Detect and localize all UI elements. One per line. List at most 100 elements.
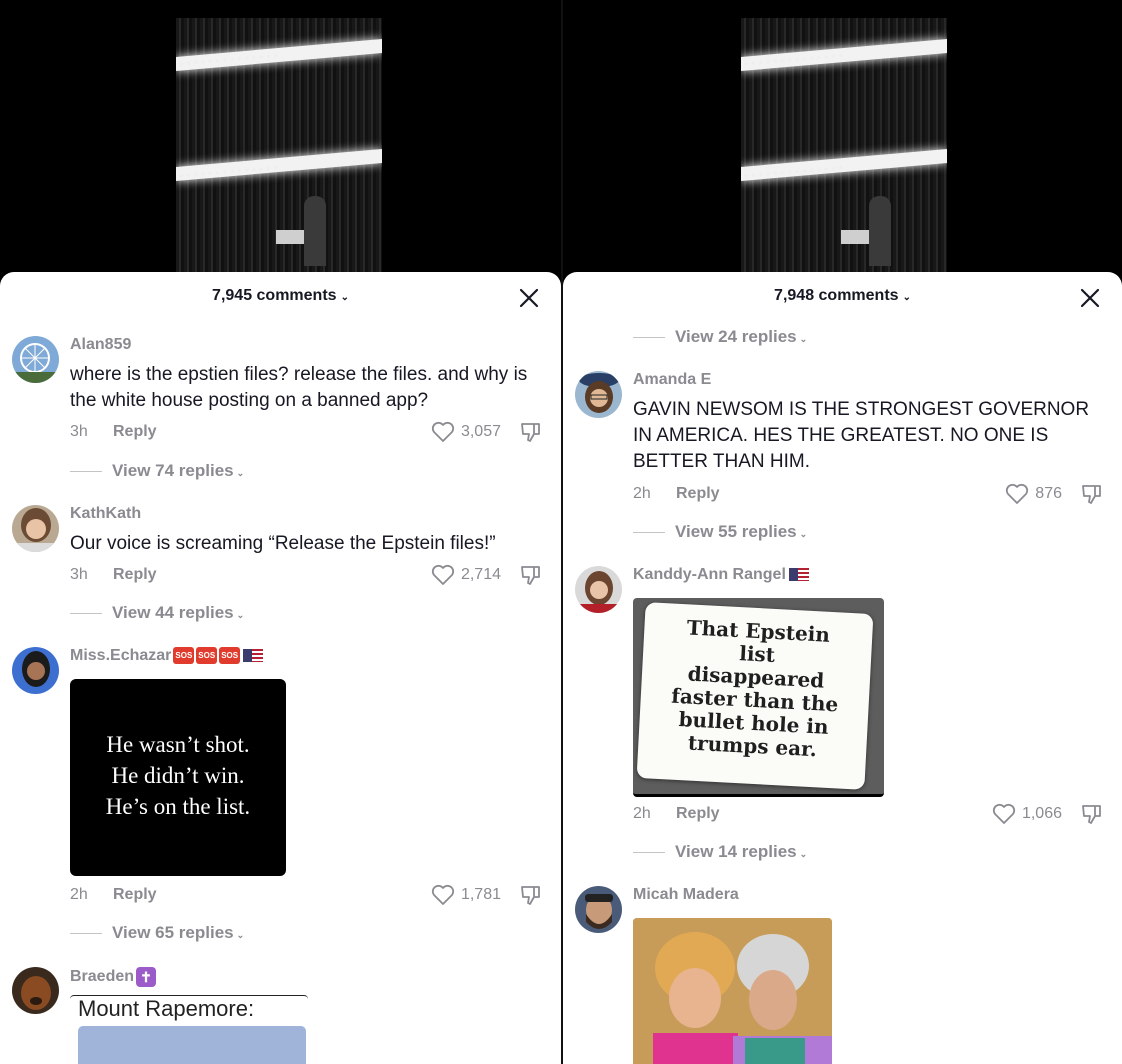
like-button[interactable]: 876: [1005, 482, 1062, 506]
image-photo: [78, 1026, 306, 1064]
sos-emoji: SOS: [196, 647, 218, 665]
comment-image[interactable]: He wasn’t shot. He didn’t win. He’s on t…: [70, 679, 286, 876]
avatar[interactable]: [12, 967, 59, 1014]
view-replies-label: View 24 replies: [675, 327, 797, 346]
dislike-icon[interactable]: [1080, 802, 1104, 826]
like-count: 2,714: [460, 566, 501, 583]
comments-count: 7,948 comments: [774, 287, 899, 304]
heart-icon: [431, 421, 455, 442]
chevron-down-icon: ⌄: [799, 529, 808, 539]
like-button[interactable]: 1,781: [431, 883, 501, 907]
dislike-icon[interactable]: [519, 420, 543, 444]
comments-count-header[interactable]: 7,948 comments ⌄: [563, 287, 1122, 305]
comment-meta: 3h Reply 2,714: [70, 563, 543, 587]
view-replies-label: View 55 replies: [675, 522, 797, 541]
view-replies-label: View 65 replies: [112, 923, 234, 942]
comment-image[interactable]: [633, 918, 832, 1064]
username[interactable]: Micah Madera: [633, 886, 739, 904]
image-line: He wasn’t shot.: [106, 732, 250, 757]
view-replies-button[interactable]: View 74 replies ⌄: [70, 461, 244, 481]
comment-text: where is the epstien files? release the …: [70, 364, 528, 411]
username[interactable]: Kanddy-Ann Rangel: [633, 566, 809, 584]
heart-icon: [992, 803, 1016, 824]
comment-time: 3h: [70, 423, 88, 440]
view-replies-label: View 14 replies: [675, 842, 797, 861]
avatar[interactable]: [12, 505, 59, 552]
reply-button[interactable]: Reply: [113, 886, 157, 904]
comments-sheet: 7,945 comments ⌄ Alan859 where is the eps…: [0, 272, 561, 1064]
like-button[interactable]: 1,066: [992, 802, 1062, 826]
image-photo: [633, 918, 832, 1064]
comments-sheet: 7,948 comments ⌄ View 24 replies ⌄ Amanda …: [563, 272, 1122, 1064]
reply-button[interactable]: Reply: [113, 566, 157, 584]
comments-panel-right: ★★★★★★★★★★★★★★ ★★★★★★★★★★★★★★ 7,948 comm…: [563, 0, 1122, 1064]
sos-emoji: SOS: [219, 647, 241, 665]
username[interactable]: Amanda E: [633, 371, 711, 389]
view-replies-button[interactable]: View 24 replies ⌄: [633, 327, 807, 347]
comment-time: 3h: [70, 566, 88, 583]
heart-icon: [431, 564, 455, 585]
dislike-icon[interactable]: [1080, 482, 1104, 506]
replies-divider: [70, 471, 102, 473]
comment-image[interactable]: Mount Rapemore:: [70, 995, 308, 1064]
username-text: Kanddy-Ann Rangel: [633, 566, 786, 583]
reply-button[interactable]: Reply: [113, 423, 157, 441]
replies-divider: [70, 933, 102, 935]
heart-icon: [431, 884, 455, 905]
performer: [304, 196, 326, 266]
chevron-down-icon: ⌄: [799, 849, 808, 859]
like-button[interactable]: 3,057: [431, 420, 501, 444]
avatar[interactable]: [575, 886, 622, 933]
chevron-down-icon: ⌄: [340, 292, 349, 303]
chevron-down-icon: ⌄: [236, 610, 245, 620]
comment-meta: 2h Reply 1,066: [633, 802, 1104, 826]
comment-time: 2h: [633, 485, 651, 502]
reply-button[interactable]: Reply: [676, 485, 720, 503]
cookie: That Epstein list disappeared faster tha…: [636, 602, 874, 790]
chevron-down-icon: ⌄: [236, 930, 245, 940]
comment-meta: 2h Reply 876: [633, 482, 1104, 506]
video-thumbnail[interactable]: ★★★★★★★★★★★★★★ ★★★★★★★★★★★★★★: [176, 18, 382, 274]
chevron-down-icon: ⌄: [236, 468, 245, 478]
like-count: 1,066: [1021, 805, 1062, 822]
username[interactable]: KathKath: [70, 505, 141, 523]
replies-divider: [633, 337, 665, 339]
close-icon[interactable]: [1078, 286, 1102, 310]
username[interactable]: Alan859: [70, 336, 131, 354]
comment-meta: 3h Reply 3,057: [70, 420, 543, 444]
like-count: 876: [1035, 485, 1062, 502]
comment-time: 2h: [70, 886, 88, 903]
view-replies-button[interactable]: View 65 replies ⌄: [70, 923, 244, 943]
chevron-down-icon: ⌄: [902, 292, 911, 303]
avatar[interactable]: [575, 566, 622, 613]
dislike-icon[interactable]: [519, 563, 543, 587]
video-thumbnail[interactable]: ★★★★★★★★★★★★★★ ★★★★★★★★★★★★★★: [741, 18, 947, 274]
view-replies-button[interactable]: View 55 replies ⌄: [633, 522, 807, 542]
like-count: 3,057: [460, 423, 501, 440]
username-text: Braeden: [70, 968, 135, 986]
view-replies-button[interactable]: View 44 replies ⌄: [70, 603, 244, 623]
view-replies-button[interactable]: View 14 replies ⌄: [633, 842, 807, 862]
us-flag-emoji: [243, 649, 264, 663]
avatar[interactable]: [575, 371, 622, 418]
avatar[interactable]: [12, 336, 59, 383]
comment-text: GAVIN NEWSOM IS THE STRONGEST GOVERNOR I…: [633, 399, 1090, 472]
comment-image[interactable]: That Epstein list disappeared faster tha…: [633, 598, 884, 797]
username[interactable]: Miss.Echazar SOS SOS SOS: [70, 647, 264, 665]
cross-emoji: ✝: [136, 967, 157, 987]
comments-panel-left: ★★★★★★★★★★★★★★ ★★★★★★★★★★★★★★ 7,945 comm…: [0, 0, 561, 1064]
reply-button[interactable]: Reply: [676, 805, 720, 823]
view-replies-label: View 74 replies: [112, 461, 234, 480]
view-replies-label: View 44 replies: [112, 603, 234, 622]
dislike-icon[interactable]: [519, 883, 543, 907]
image-line: He’s on the list.: [105, 794, 251, 819]
avatar[interactable]: [12, 647, 59, 694]
us-flag-emoji: [788, 568, 809, 582]
username[interactable]: Braeden ✝: [70, 967, 157, 987]
username-text: Miss.Echazar: [70, 647, 172, 664]
replies-divider: [633, 852, 665, 854]
comments-count-header[interactable]: 7,945 comments ⌄: [0, 287, 561, 305]
like-count: 1,781: [460, 886, 501, 903]
close-icon[interactable]: [517, 286, 541, 310]
like-button[interactable]: 2,714: [431, 563, 501, 587]
